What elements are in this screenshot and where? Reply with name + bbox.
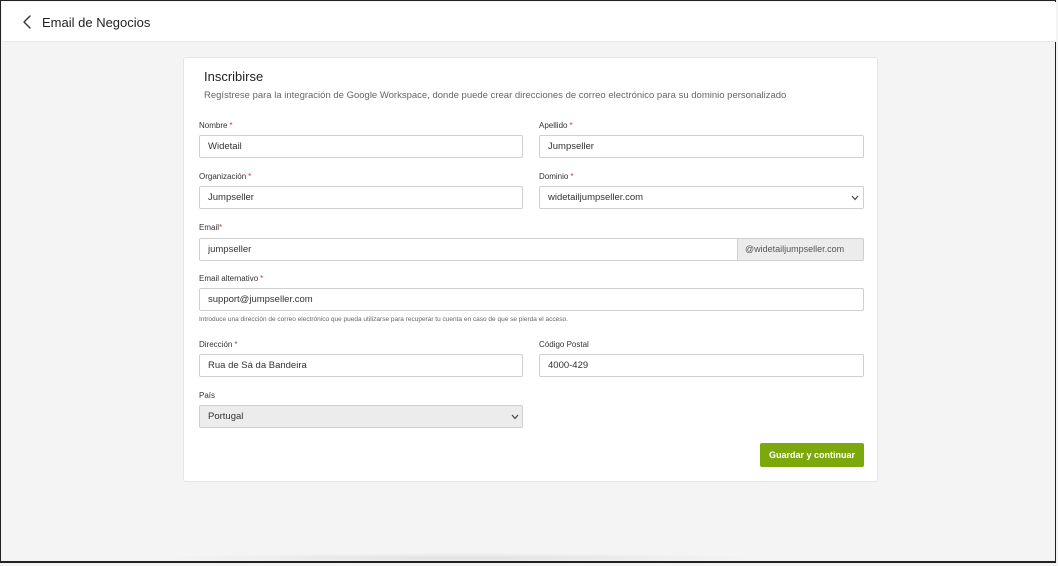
email-domain-suffix: @widetailjumpseller.com — [738, 238, 864, 261]
pais-label: País — [199, 391, 216, 400]
chevron-down-icon — [851, 195, 859, 201]
direccion-label: Dirección * — [199, 340, 237, 349]
bottom-shadow — [151, 553, 771, 563]
nombre-label-text: Nombre — [199, 121, 228, 130]
nombre-label: Nombre * — [199, 121, 233, 130]
apellido-input[interactable] — [539, 135, 864, 158]
required-mark: * — [229, 121, 233, 130]
page-title: Email de Negocios — [42, 15, 151, 30]
email-input[interactable] — [199, 238, 738, 261]
save-and-continue-button[interactable]: Guardar y continuar — [760, 443, 864, 467]
direccion-input[interactable] — [199, 354, 523, 377]
codigo-postal-label: Código Postal — [539, 340, 589, 349]
required-mark: * — [569, 121, 573, 130]
pais-selected-value: Portugal — [208, 411, 244, 422]
dominio-select[interactable]: widetailjumpseller.com — [539, 186, 864, 209]
codigo-postal-input[interactable] — [539, 354, 864, 377]
dominio-label-text: Dominio — [539, 172, 569, 181]
form-title: Inscribirse — [204, 69, 264, 84]
required-mark: * — [260, 274, 264, 283]
email-alternativo-label-text: Email alternativo — [199, 274, 259, 283]
top-bar: Email de Negocios — [2, 2, 1056, 42]
apellido-label: Apellido * — [539, 121, 573, 130]
apellido-label-text: Apellido — [539, 121, 568, 130]
chevron-down-icon — [511, 414, 519, 420]
required-mark: * — [570, 172, 574, 181]
dominio-selected-value: widetailjumpseller.com — [548, 192, 644, 203]
app-frame: Email de Negocios Inscribirse Regístrese… — [0, 0, 1056, 563]
organizacion-input[interactable] — [199, 186, 523, 209]
direccion-label-text: Dirección — [199, 340, 233, 349]
pais-select[interactable]: Portugal — [199, 405, 523, 428]
email-label-text: Email — [199, 223, 220, 232]
required-mark: * — [248, 172, 252, 181]
organizacion-label: Organización * — [199, 172, 251, 181]
back-button[interactable] — [21, 13, 35, 31]
form-description: Regístrese para la integración de Google… — [204, 90, 787, 101]
email-label: Email* — [199, 223, 222, 232]
organizacion-label-text: Organización — [199, 172, 247, 181]
email-alternativo-input[interactable] — [199, 288, 864, 311]
email-alternativo-help: Introduce una dirección de correo electr… — [199, 316, 568, 323]
chevron-left-icon — [23, 15, 31, 29]
nombre-input[interactable] — [199, 135, 523, 158]
required-mark: * — [234, 340, 238, 349]
signup-card: Inscribirse Regístrese para la integraci… — [183, 57, 878, 482]
required-mark: * — [219, 223, 223, 232]
email-alternativo-label: Email alternativo * — [199, 274, 263, 283]
dominio-label: Dominio * — [539, 172, 573, 181]
